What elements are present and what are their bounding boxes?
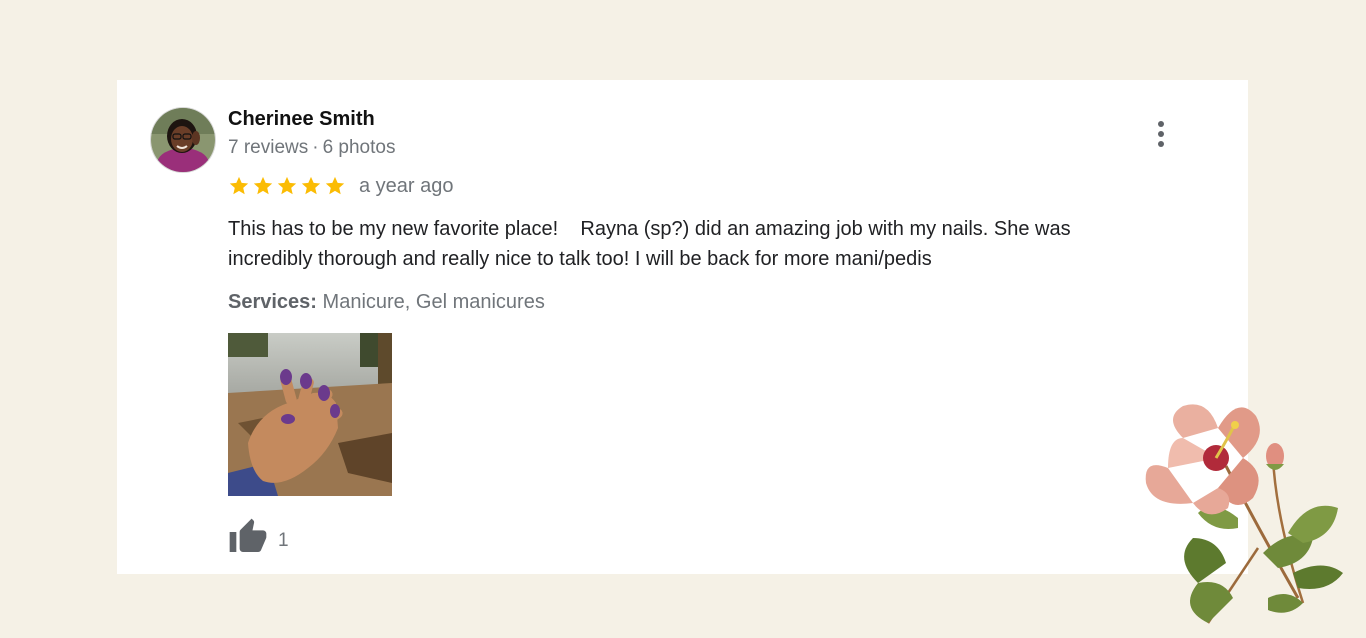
- review-date: a year ago: [359, 174, 454, 197]
- more-options-button[interactable]: [1147, 118, 1175, 150]
- services-label: Services:: [228, 291, 317, 313]
- thumb-up-icon: [229, 518, 267, 552]
- meta-separator: ·: [312, 137, 319, 158]
- like-count: 1: [278, 530, 289, 551]
- review-photo[interactable]: [228, 333, 392, 496]
- more-vert-icon-dot: [1158, 131, 1164, 137]
- services-value: Manicure, Gel manicures: [322, 291, 545, 313]
- reviewer-name[interactable]: Cherinee Smith: [228, 108, 375, 131]
- photos-count: 6 photos: [322, 137, 396, 158]
- more-vert-icon: [1158, 121, 1164, 127]
- more-vert-icon-dot: [1158, 141, 1164, 147]
- avatar-photo: [151, 108, 215, 172]
- rating-row: a year ago: [228, 173, 454, 199]
- review-text-line: incredibly thorough and really nice to t…: [228, 248, 932, 270]
- star-icon: [300, 175, 322, 197]
- review-text-line: This has to be my new favorite place! Ra…: [228, 218, 1071, 240]
- services: Services: Manicure, Gel manicures: [228, 291, 545, 314]
- review-card: Cherinee Smith 7 reviews · 6 photos a year…: [117, 80, 1248, 574]
- star-icon: [324, 175, 346, 197]
- reviewer-avatar[interactable]: [151, 108, 215, 172]
- reviews-count: 7 reviews: [228, 137, 309, 158]
- reviewer-meta: 7 reviews · 6 photos: [228, 137, 395, 159]
- star-icon: [228, 175, 250, 197]
- star-rating: [228, 175, 346, 197]
- like-row: 1: [228, 517, 289, 557]
- review-text: This has to be my new favorite place! Ra…: [228, 214, 1158, 274]
- star-icon: [252, 175, 274, 197]
- hibiscus-flower-icon: [1145, 404, 1343, 624]
- star-icon: [276, 175, 298, 197]
- review-photo-image: [228, 333, 392, 496]
- hibiscus-flower-decoration: [1138, 398, 1348, 633]
- like-button[interactable]: [228, 517, 268, 557]
